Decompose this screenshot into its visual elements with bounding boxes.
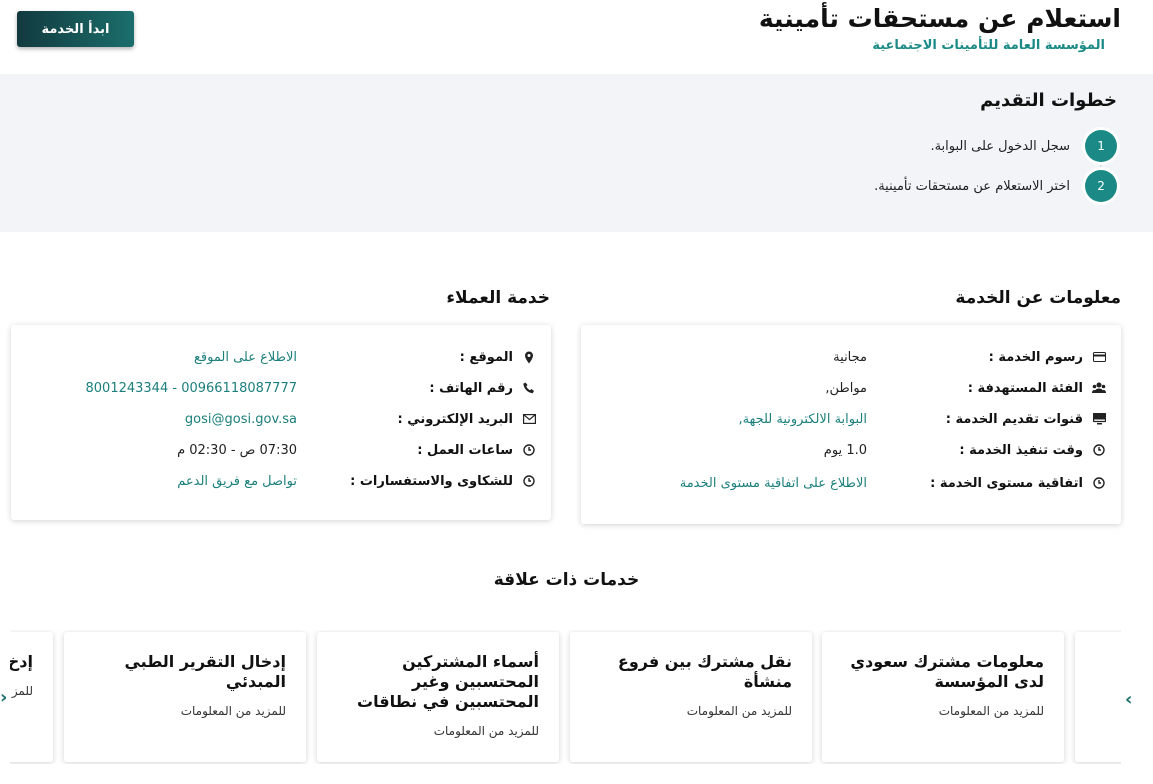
info-value: مواطن, — [825, 380, 867, 396]
customer-service-title: خدمة العملاء — [446, 288, 550, 308]
info-row-hours: ساعات العمل : 07:30 ص - 02:30 م — [25, 439, 537, 461]
step-text: سجل الدخول على البوابة. — [930, 138, 1070, 154]
phone-link[interactable]: 00966118087777 - 8001243344 — [86, 381, 297, 396]
related-service-card-partial[interactable] — [1075, 632, 1121, 762]
carousel-prev-arrow[interactable]: ‹ — [0, 687, 7, 708]
info-row-fees: رسوم الخدمة : مجانية — [595, 346, 1107, 368]
info-row-complaints: للشكاوى والاستفسارات : تواصل مع فريق الد… — [25, 470, 537, 492]
more-info-link[interactable]: للمزيد من المعلومات — [842, 704, 1044, 718]
clock-icon — [1091, 442, 1107, 458]
email-link[interactable]: gosi@gosi.gov.sa — [185, 412, 297, 427]
clock-icon — [1091, 475, 1107, 491]
info-label: الموقع : — [459, 349, 513, 365]
clock-icon — [521, 473, 537, 489]
info-row-location: الموقع : الاطلاع على الموقع — [25, 346, 537, 368]
step-item: 2 اختر الاستعلام عن مستحقات تأمينية. — [874, 170, 1117, 202]
info-row-target: الفئة المستهدفة : مواطن, — [595, 377, 1107, 399]
step-number: 2 — [1085, 170, 1117, 202]
more-info-link[interactable]: للمزيد من المعلومات — [337, 724, 539, 738]
info-label: قنوات تقديم الخدمة : — [945, 411, 1083, 427]
clock-icon — [521, 442, 537, 458]
support-link[interactable]: تواصل مع فريق الدعم — [177, 474, 297, 489]
info-row-duration: وقت تنفيذ الخدمة : 1.0 يوم — [595, 439, 1107, 461]
related-service-card[interactable]: إدخال التقرير الطبي المبدئي للمزيد من ال… — [64, 632, 306, 762]
info-label: الفئة المستهدفة : — [967, 380, 1083, 396]
page-title: استعلام عن مستحقات تأمينية — [758, 4, 1121, 33]
info-label: رسوم الخدمة : — [988, 349, 1083, 365]
more-info-link[interactable]: للمزيد من المعلومات — [590, 704, 792, 718]
info-value: 07:30 ص - 02:30 م — [177, 442, 297, 458]
monitor-icon — [1091, 411, 1107, 427]
info-row-email: البريد الإلكتروني : gosi@gosi.gov.sa — [25, 408, 537, 430]
info-value: 1.0 يوم — [823, 442, 867, 458]
more-info-link[interactable]: للمز — [10, 684, 33, 698]
info-row-phone: رقم الهاتف : 00966118087777 - 8001243344 — [25, 377, 537, 399]
service-info-card: رسوم الخدمة : مجانية الفئة المستهدفة : م… — [581, 325, 1121, 524]
users-icon — [1091, 380, 1107, 396]
info-value: مجانية — [833, 349, 867, 365]
agency-name: المؤسسة العامة للتأمينات الاجتماعية — [872, 38, 1105, 53]
channels-link[interactable]: البوابة الالكترونية للجهة, — [739, 412, 867, 427]
info-row-sla: اتفاقية مستوى الخدمة : الاطلاع على اتفاق… — [595, 472, 1107, 494]
related-service-title: إدخ — [10, 652, 33, 671]
related-service-title: نقل مشترك بين فروع منشأة — [617, 652, 792, 691]
info-label: ساعات العمل : — [417, 442, 513, 458]
info-label: رقم الهاتف : — [429, 380, 513, 396]
info-label: البريد الإلكتروني : — [397, 411, 513, 427]
related-service-card[interactable]: معلومات مشترك سعودي لدى المؤسسة للمزيد م… — [822, 632, 1064, 762]
envelope-icon — [521, 411, 537, 427]
related-services-carousel: معلومات مشترك سعودي لدى المؤسسة للمزيد م… — [10, 630, 1121, 764]
page-header: استعلام عن مستحقات تأمينية المؤسسة العام… — [0, 0, 1153, 74]
related-services-title: خدمات ذات علاقة — [493, 570, 640, 590]
info-label: للشكاوى والاستفسارات : — [350, 473, 513, 489]
info-label: وقت تنفيذ الخدمة : — [959, 442, 1083, 458]
application-steps: خطوات التقديم 1 سجل الدخول على البوابة. … — [0, 74, 1153, 232]
location-link[interactable]: الاطلاع على الموقع — [194, 350, 297, 365]
service-info-title: معلومات عن الخدمة — [955, 288, 1121, 308]
related-service-card[interactable]: إدخ للمز — [10, 632, 53, 762]
location-pin-icon — [521, 349, 537, 365]
customer-service-card: الموقع : الاطلاع على الموقع رقم الهاتف :… — [11, 325, 551, 520]
steps-title: خطوات التقديم — [980, 90, 1117, 111]
credit-card-icon — [1091, 349, 1107, 365]
start-service-button[interactable]: ابدأ الخدمة — [17, 11, 134, 47]
info-row-channels: قنوات تقديم الخدمة : البوابة الالكترونية… — [595, 408, 1107, 430]
sla-link[interactable]: الاطلاع على اتفاقية مستوى الخدمة — [680, 476, 867, 491]
related-service-title: معلومات مشترك سعودي لدى المؤسسة — [850, 652, 1044, 691]
related-service-card[interactable]: أسماء المشتركين المحتسبين وغير المحتسبين… — [317, 632, 559, 762]
related-service-title: أسماء المشتركين المحتسبين وغير المحتسبين… — [357, 652, 539, 711]
phone-icon — [521, 380, 537, 396]
related-service-title: إدخال التقرير الطبي المبدئي — [124, 652, 286, 691]
step-item: 1 سجل الدخول على البوابة. — [930, 130, 1117, 162]
more-info-link[interactable]: للمزيد من المعلومات — [84, 704, 286, 718]
carousel-next-arrow[interactable]: › — [1125, 689, 1132, 710]
related-service-card[interactable]: نقل مشترك بين فروع منشأة للمزيد من المعل… — [570, 632, 812, 762]
step-number: 1 — [1085, 130, 1117, 162]
info-label: اتفاقية مستوى الخدمة : — [930, 475, 1083, 491]
step-text: اختر الاستعلام عن مستحقات تأمينية. — [874, 178, 1070, 194]
